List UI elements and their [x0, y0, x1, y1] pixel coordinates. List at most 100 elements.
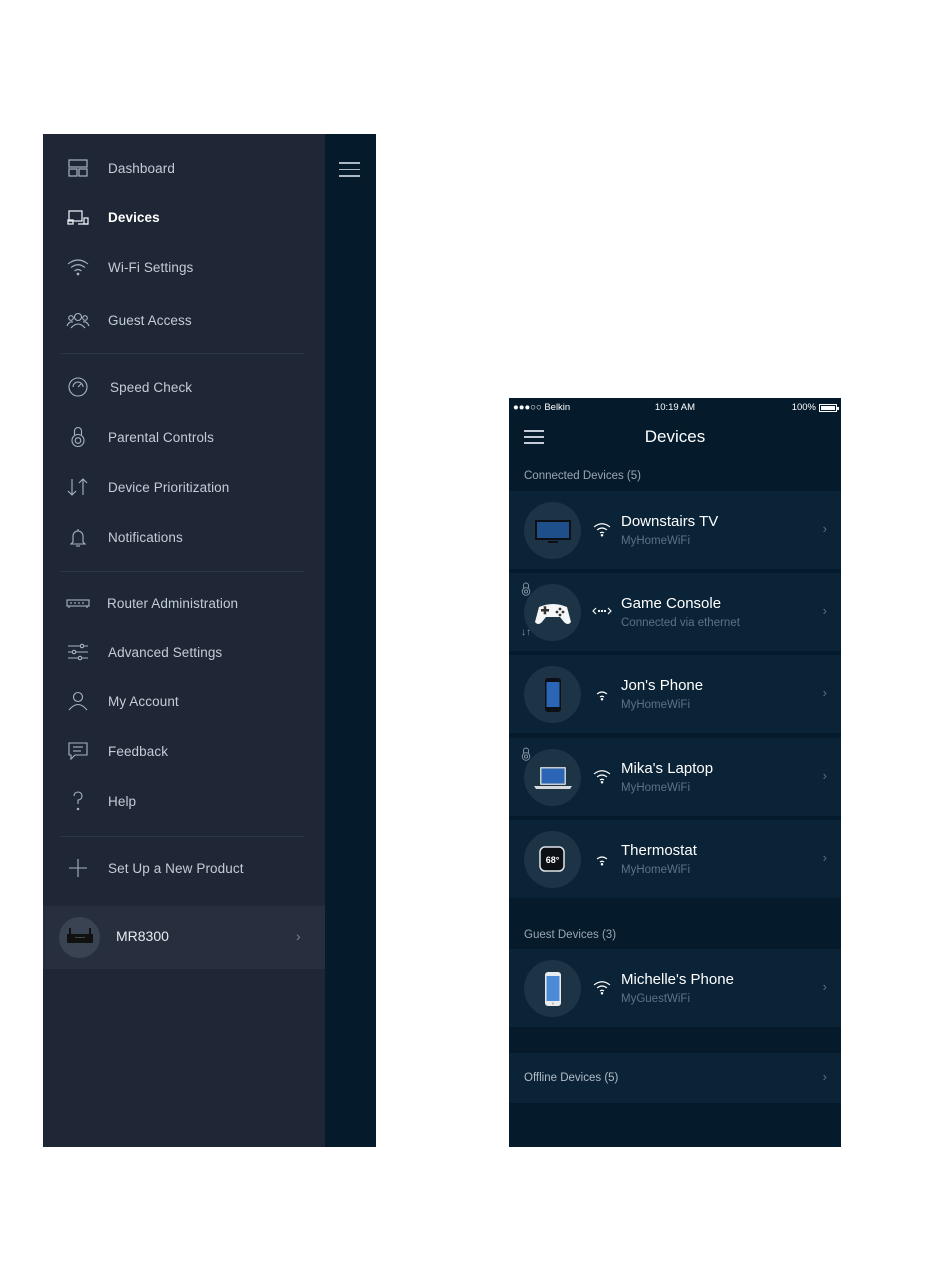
- laptop-icon: [524, 749, 581, 806]
- tv-icon: [524, 502, 581, 559]
- nav-label: Advanced Settings: [108, 644, 223, 660]
- wifi-icon: [593, 523, 611, 537]
- nav-item-feedback[interactable]: Feedback: [43, 731, 325, 771]
- nav-item-help[interactable]: Help: [43, 781, 325, 821]
- phone-icon: [524, 960, 581, 1017]
- bell-icon: [65, 524, 91, 550]
- phone-icon: [524, 666, 581, 723]
- wifi-icon: [65, 254, 91, 280]
- nav-label: Feedback: [108, 743, 169, 759]
- nav-item-my-account[interactable]: My Account: [43, 681, 325, 721]
- navigation-drawer: Dashboard Devices Wi-Fi Settings Guest A…: [43, 134, 325, 1147]
- page-title: Devices: [644, 427, 706, 446]
- router-icon: [65, 590, 91, 616]
- nav-item-dashboard[interactable]: Dashboard: [43, 148, 325, 188]
- device-network: MyGuestWiFi: [621, 993, 690, 1005]
- nav-item-wifi-settings[interactable]: Wi-Fi Settings: [43, 247, 325, 287]
- nav-label: Device Prioritization: [108, 479, 230, 495]
- device-name: Jon's Phone: [621, 677, 704, 694]
- navigation-drawer-screen: Dashboard Devices Wi-Fi Settings Guest A…: [43, 134, 376, 1147]
- nav-label: Notifications: [108, 529, 183, 545]
- lock-icon: [65, 424, 91, 450]
- priority-arrows-icon: [65, 474, 91, 500]
- router-name: MR8300: [116, 928, 169, 944]
- offline-devices-row[interactable]: Offline Devices (5) ›: [509, 1053, 841, 1103]
- router-image: [59, 917, 100, 958]
- device-name: Mika's Laptop: [621, 760, 714, 777]
- battery-icon: [819, 403, 839, 412]
- device-row-jons-phone[interactable]: Jon's Phone MyHomeWiFi ›: [509, 655, 841, 733]
- nav-label: Speed Check: [110, 379, 193, 395]
- nav-item-notifications[interactable]: Notifications: [43, 517, 325, 557]
- content-edge-strip: [325, 134, 376, 1147]
- device-row-downstairs-tv[interactable]: Downstairs TV MyHomeWiFi ›: [509, 491, 841, 569]
- setup-new-product-button[interactable]: Set Up a New Product: [43, 848, 325, 888]
- chevron-right-icon: ›: [296, 928, 301, 944]
- device-name: Downstairs TV: [621, 513, 719, 530]
- menu-divider: [61, 571, 305, 572]
- device-name: Michelle's Phone: [621, 971, 734, 988]
- device-row-thermostat[interactable]: 68° Thermostat MyHomeWiFi ›: [509, 820, 841, 898]
- hamburger-menu-icon[interactable]: [339, 162, 360, 178]
- wifi-icon: [593, 770, 611, 784]
- chevron-right-icon: ›: [822, 521, 827, 536]
- menu-divider: [61, 836, 305, 837]
- menu-divider: [61, 353, 305, 354]
- connected-devices-header: Connected Devices (5): [524, 470, 641, 482]
- chat-icon: [65, 738, 91, 764]
- speedometer-icon: [65, 374, 91, 400]
- ethernet-icon: [592, 607, 612, 615]
- device-row-game-console[interactable]: ↓↑ Game Console Connected via ethernet ›: [509, 573, 841, 651]
- nav-item-speed-check[interactable]: Speed Check: [43, 367, 325, 407]
- nav-label: Guest Access: [108, 312, 192, 328]
- device-name: Thermostat: [621, 842, 697, 859]
- wifi-icon: [593, 981, 611, 995]
- device-network: MyHomeWiFi: [621, 782, 690, 794]
- nav-item-devices[interactable]: Devices: [43, 197, 325, 237]
- nav-label: Parental Controls: [108, 429, 215, 445]
- chevron-right-icon: ›: [822, 979, 827, 994]
- nav-item-router-administration[interactable]: Router Administration: [43, 583, 325, 623]
- guest-icon: [65, 307, 91, 333]
- nav-item-parental-controls[interactable]: Parental Controls: [43, 417, 325, 457]
- nav-item-device-prioritization[interactable]: Device Prioritization: [43, 467, 325, 507]
- chevron-right-icon: ›: [822, 850, 827, 865]
- device-network: Connected via ethernet: [621, 617, 740, 629]
- nav-item-advanced-settings[interactable]: Advanced Settings: [43, 632, 325, 672]
- gamepad-icon: [524, 584, 581, 641]
- dashboard-icon: [65, 155, 91, 181]
- chevron-right-icon: ›: [822, 685, 827, 700]
- device-row-mikas-laptop[interactable]: Mika's Laptop MyHomeWiFi ›: [509, 738, 841, 816]
- chevron-right-icon: ›: [822, 603, 827, 618]
- thermostat-temp: 68°: [545, 854, 560, 865]
- wifi-icon: [596, 856, 608, 866]
- nav-label: Wi-Fi Settings: [108, 259, 194, 275]
- device-name: Game Console: [621, 595, 722, 612]
- plus-icon: [65, 855, 91, 881]
- nav-label: Set Up a New Product: [108, 860, 244, 876]
- device-network: MyHomeWiFi: [621, 864, 690, 876]
- nav-label: My Account: [108, 693, 179, 709]
- device-row-michelles-phone[interactable]: Michelle's Phone MyGuestWiFi ›: [509, 949, 841, 1027]
- device-network: MyHomeWiFi: [621, 699, 690, 711]
- nav-label: Dashboard: [108, 160, 175, 176]
- offline-devices-label: Offline Devices (5): [524, 1072, 619, 1084]
- sliders-icon: [65, 639, 91, 665]
- nav-label: Help: [108, 793, 137, 809]
- devices-icon: [65, 204, 91, 230]
- router-selector[interactable]: MR8300 ›: [43, 906, 325, 969]
- status-bar: ●●●○○ Belkin 10:19 AM 100%: [509, 398, 841, 418]
- wifi-icon: [596, 691, 608, 701]
- device-network: MyHomeWiFi: [621, 535, 690, 547]
- chevron-right-icon: ›: [822, 768, 827, 783]
- nav-label: Devices: [108, 209, 160, 225]
- priority-arrows-icon: ↓↑: [521, 627, 531, 638]
- battery-indicator: 100%: [792, 402, 839, 413]
- question-icon: [65, 788, 91, 814]
- thermostat-icon: 68°: [524, 831, 581, 888]
- guest-devices-header: Guest Devices (3): [524, 929, 617, 941]
- person-icon: [65, 688, 91, 714]
- chevron-right-icon: ›: [822, 1069, 827, 1084]
- nav-label: Router Administration: [107, 595, 239, 611]
- nav-item-guest-access[interactable]: Guest Access: [43, 300, 325, 340]
